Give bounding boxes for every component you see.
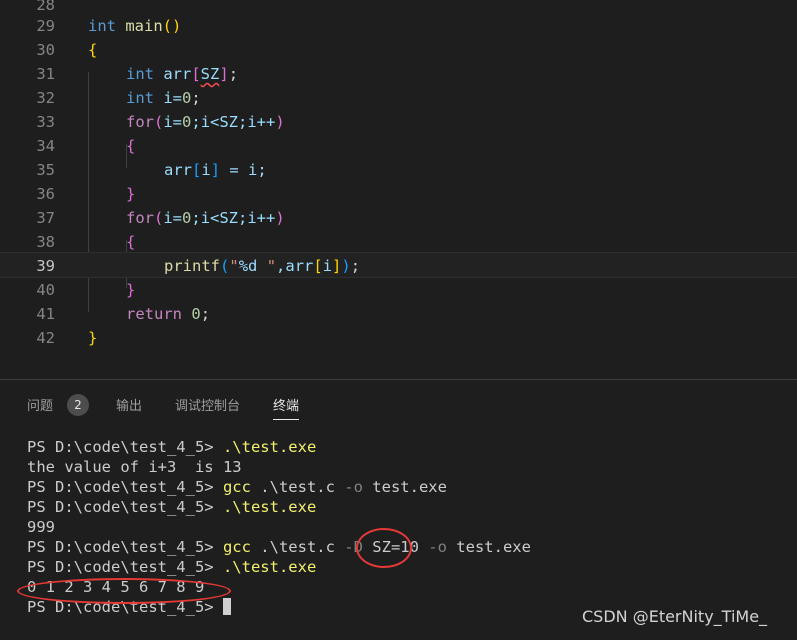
code-text: { [126,233,136,251]
code-text: int arr[SZ]; [126,65,239,83]
terminal-line: PS D:\code\test_4_5> .\test.exe [27,498,317,516]
line-number: 31 [36,65,55,83]
line-number: 30 [36,41,55,59]
error-squiggle: SZ [200,65,220,83]
bottom-panel: 问题 2 输出 调试控制台 终端 PS D:\code\test_4_5> .\… [0,379,797,640]
code-text: return 0; [126,305,211,323]
code-editor[interactable]: 28 29 int main() 30 { 31 int arr[SZ]; 32… [0,0,797,379]
watermark: CSDN @EterNity_TiMe_ [582,607,768,626]
code-text: for(i=0;i<SZ;i++) [126,113,285,131]
terminal-line: PS D:\code\test_4_5> .\test.exe [27,438,317,456]
code-text: int i=0; [126,89,201,107]
line-number: 32 [36,89,55,107]
code-line: 41 return 0; [0,302,797,326]
terminal-line: PS D:\code\test_4_5> gcc .\test.c -D SZ=… [27,538,531,556]
tab-output[interactable]: 输出 [116,395,142,419]
line-number: 34 [36,137,55,155]
line-number: 42 [36,329,55,347]
tab-terminal[interactable]: 终端 [273,395,300,420]
line-number: 33 [36,113,55,131]
code-line: 38 { [0,230,797,254]
terminal-line: the value of i+3 is 13 [27,458,242,476]
code-text: } [88,329,98,347]
code-line: 42 } [0,326,797,350]
line-number: 39 [36,257,55,275]
tab-problems[interactable]: 问题 [27,395,53,419]
red-circle-annotation [356,528,412,568]
code-line: 30 { [0,38,797,62]
line-number: 35 [36,161,55,179]
line-number: 41 [36,305,55,323]
line-number: 36 [36,185,55,203]
code-line: 40 } [0,278,797,302]
code-line: 32 int i=0; [0,86,797,110]
code-text: for(i=0;i<SZ;i++) [126,209,285,227]
red-ellipse-annotation [17,578,231,604]
code-text: } [126,185,136,203]
code-text: { [126,137,136,155]
code-line: 35 arr[i] = i; [0,158,797,182]
terminal-line: PS D:\code\test_4_5> gcc .\test.c -o tes… [27,478,447,496]
code-text: } [126,281,136,299]
code-line: 34 { [0,134,797,158]
terminal-line: 999 [27,518,55,536]
code-text: int main() [88,17,182,35]
line-number: 40 [36,281,55,299]
code-line: 37 for(i=0;i<SZ;i++) [0,206,797,230]
code-line: 29 int main() [0,14,797,38]
terminal-cursor [222,598,231,615]
line-number: 29 [36,17,55,35]
code-text: { [88,41,98,59]
code-line: 36 } [0,182,797,206]
code-line: 33 for(i=0;i<SZ;i++) [0,110,797,134]
code-line-current: 39 printf("%d ",arr[i]); [0,252,797,278]
code-text: printf("%d ",arr[i]); [164,257,361,275]
tab-debug-console[interactable]: 调试控制台 [175,395,240,419]
code-line: 31 int arr[SZ]; [0,62,797,86]
code-text: arr[i] = i; [164,161,267,179]
line-number: 37 [36,209,55,227]
terminal-line: PS D:\code\test_4_5> .\test.exe [27,558,317,576]
line-number: 38 [36,233,55,251]
problems-count-badge: 2 [67,394,89,416]
